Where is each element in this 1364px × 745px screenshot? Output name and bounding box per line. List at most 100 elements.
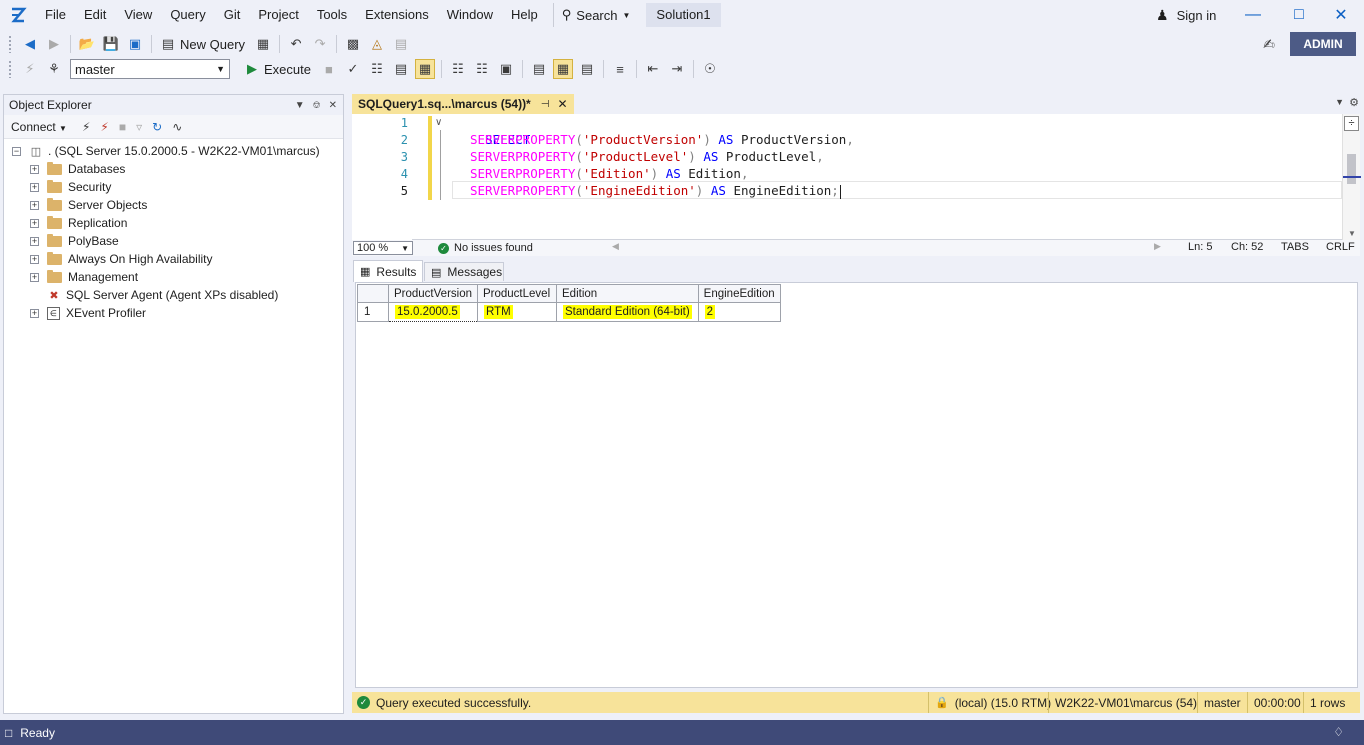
live-stats-icon[interactable]: ☷ (472, 59, 492, 79)
chevron-down-icon[interactable]: ▼ (295, 100, 305, 111)
grid-cell[interactable]: 2 (697, 302, 781, 322)
tree-node-databases[interactable]: + Databases (4, 160, 343, 178)
actual-plan-icon[interactable]: ☷ (448, 59, 468, 79)
toolbar-grip[interactable] (8, 35, 12, 53)
zoom-select[interactable]: 100 % ▼ (353, 241, 413, 255)
intellisense-icon[interactable]: ▦ (414, 59, 435, 79)
tree-node-xevent-profiler[interactable]: + ∈ XEvent Profiler (4, 304, 343, 322)
code-editor[interactable]: 1 2 3 4 5 ∨ SELECT SERVERPROPERTY('Produ… (352, 114, 1361, 240)
expand-icon[interactable]: + (30, 236, 39, 246)
row-number[interactable]: 1 (357, 302, 389, 322)
save-all-icon[interactable]: ▣ (125, 34, 145, 54)
close-tab-icon[interactable]: ✕ (557, 97, 567, 111)
scroll-down-icon[interactable]: ▼ (1348, 229, 1356, 238)
column-header[interactable]: ProductLevel (477, 284, 557, 303)
new-query-button[interactable]: New Query (180, 37, 245, 52)
estimated-plan-icon[interactable]: ☷ (367, 59, 387, 79)
menu-extensions[interactable]: Extensions (356, 0, 438, 30)
admin-badge[interactable]: ADMIN (1290, 32, 1356, 56)
menu-query[interactable]: Query (161, 0, 214, 30)
tab-messages[interactable]: ▤ Messages (424, 262, 504, 281)
connect-button[interactable]: Connect ▼ (11, 120, 67, 134)
query-file-icon[interactable]: ▦ (253, 34, 273, 54)
expand-icon[interactable]: + (30, 200, 39, 210)
scrollbar-thumb[interactable] (1347, 154, 1356, 184)
collapse-icon[interactable]: − (12, 146, 21, 156)
client-stats-icon[interactable]: ▣ (496, 59, 516, 79)
connect-icon[interactable]: ⚡ (20, 59, 40, 79)
indent-icon[interactable]: ⇥ (667, 59, 687, 79)
scroll-left-icon[interactable]: ◀ (612, 241, 619, 252)
open-file-icon[interactable]: 📂 (77, 34, 97, 54)
tabs-indicator[interactable]: TABS (1281, 241, 1309, 253)
fold-collapse-icon[interactable]: ∨ (435, 117, 442, 128)
tab-results[interactable]: ▦ Results (353, 260, 423, 282)
maximize-button[interactable]: □ (1276, 0, 1322, 30)
parse-icon[interactable]: ✓ (343, 59, 363, 79)
grid-cell[interactable]: 15.0.2000.5 (388, 302, 478, 322)
gear-icon[interactable]: ⚙ (1349, 96, 1359, 109)
refresh-icon[interactable]: ↻ (152, 120, 162, 134)
expand-icon[interactable]: + (30, 308, 39, 318)
close-window-button[interactable]: ✕ (1318, 0, 1364, 30)
expand-icon[interactable]: + (30, 164, 39, 174)
scroll-right-icon[interactable]: ▶ (1154, 241, 1161, 252)
disconnect-icon[interactable]: ⚡ (100, 120, 108, 134)
properties-icon[interactable]: ▤ (391, 34, 411, 54)
issues-indicator[interactable]: ✓ No issues found (438, 242, 533, 254)
filter-icon[interactable]: ▿ (136, 120, 142, 134)
specify-values-icon[interactable]: ☉ (700, 59, 720, 79)
column-header[interactable]: Edition (556, 284, 699, 303)
query-options-icon[interactable]: ▤ (391, 59, 411, 79)
tree-node-server-objects[interactable]: + Server Objects (4, 196, 343, 214)
tab-list-dropdown-icon[interactable]: ▼ (1335, 97, 1344, 107)
tree-node-sql-agent[interactable]: ✖ SQL Server Agent (Agent XPs disabled) (4, 286, 343, 304)
stop-icon[interactable]: ■ (119, 120, 126, 134)
grid-cell[interactable]: RTM (477, 302, 557, 322)
activity-monitor-icon[interactable]: ▩ (343, 34, 363, 54)
notification-bell-icon[interactable]: ♢ (1333, 725, 1344, 739)
feedback-icon[interactable]: ✍ (1258, 33, 1280, 55)
tree-node-replication[interactable]: + Replication (4, 214, 343, 232)
split-editor-icon[interactable]: ÷ (1344, 116, 1359, 131)
menu-tools[interactable]: Tools (308, 0, 356, 30)
menu-edit[interactable]: Edit (75, 0, 115, 30)
expand-icon[interactable]: + (30, 272, 39, 282)
sign-in-button[interactable]: ♟ Sign in (1156, 0, 1216, 30)
results-to-file-icon[interactable]: ▤ (577, 59, 597, 79)
minimize-button[interactable]: — (1230, 0, 1276, 30)
toolbar-grip[interactable] (8, 60, 12, 78)
execute-button[interactable]: Execute (264, 62, 311, 77)
tree-node-security[interactable]: + Security (4, 178, 343, 196)
expand-icon[interactable]: + (30, 254, 39, 264)
database-select[interactable]: master ▼ (70, 59, 230, 79)
outdent-icon[interactable]: ⇤ (643, 59, 663, 79)
search-menu[interactable]: ⚲ Search ▼ (552, 3, 639, 27)
expand-icon[interactable]: + (30, 218, 39, 228)
tree-node-management[interactable]: + Management (4, 268, 343, 286)
column-header[interactable]: EngineEdition (697, 284, 781, 303)
menu-project[interactable]: Project (249, 0, 307, 30)
menu-git[interactable]: Git (215, 0, 250, 30)
tree-node-always-on[interactable]: + Always On High Availability (4, 250, 343, 268)
results-to-text-icon[interactable]: ▤ (529, 59, 549, 79)
menu-file[interactable]: File (36, 0, 75, 30)
column-header[interactable]: ProductVersion (388, 284, 478, 303)
editor-vertical-scrollbar[interactable]: ÷ ▼ (1342, 114, 1361, 240)
tree-node-polybase[interactable]: + PolyBase (4, 232, 343, 250)
pin-icon[interactable]: ⊣ (541, 99, 550, 110)
expand-icon[interactable]: + (30, 182, 39, 192)
undo-icon[interactable]: ↶ (286, 34, 306, 54)
results-to-grid-icon[interactable]: ▦ (552, 59, 573, 79)
tab-query-editor[interactable]: SQLQuery1.sq...\marcus (54))* ⊣ ✕ (352, 94, 574, 114)
grid-cell[interactable]: Standard Edition (64-bit) (556, 302, 699, 322)
forward-icon[interactable]: ▶ (44, 34, 64, 54)
activity-icon[interactable]: ∿ (172, 120, 182, 134)
menu-view[interactable]: View (115, 0, 161, 30)
row-header-corner[interactable] (357, 284, 389, 303)
pin-icon[interactable]: ⎊ (313, 100, 321, 111)
redo-icon[interactable]: ↷ (310, 34, 330, 54)
close-icon[interactable]: ✕ (329, 100, 337, 111)
solution-explorer-icon[interactable]: ◬ (367, 34, 387, 54)
comment-icon[interactable]: ≡ (610, 59, 630, 79)
